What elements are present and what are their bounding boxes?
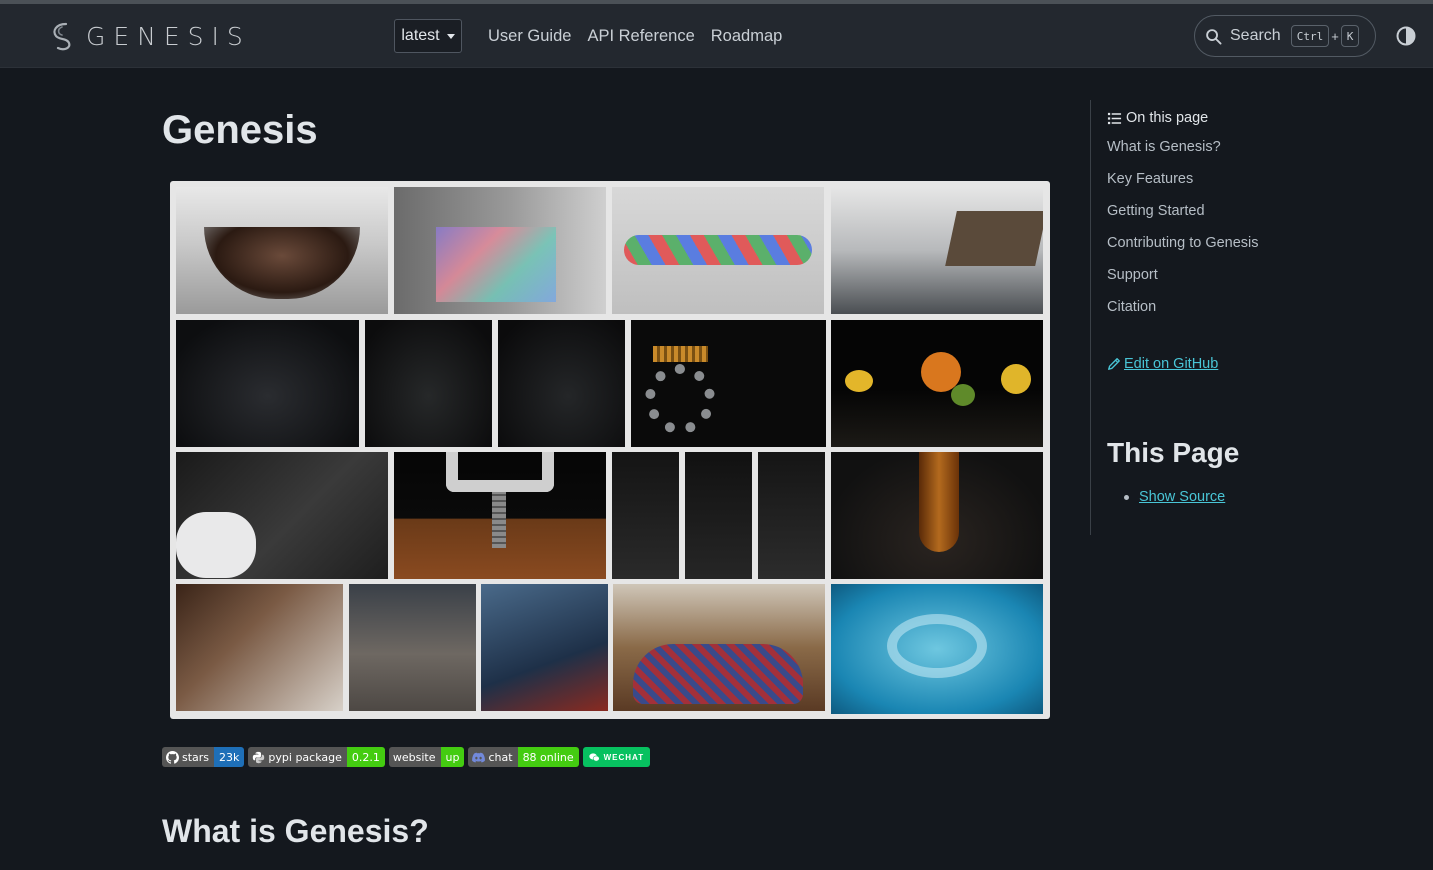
badge-row: stars 23k pypi package 0.2.1 website up …	[162, 747, 651, 767]
tile-warrior-2	[685, 452, 752, 579]
edit-on-github-label: Edit on GitHub	[1124, 356, 1219, 372]
version-label: latest	[401, 27, 440, 44]
toc-title-label: On this page	[1126, 110, 1209, 126]
edit-on-github-link[interactable]: Edit on GitHub	[1107, 356, 1218, 372]
badge-stars-label: stars	[182, 750, 210, 764]
wechat-icon	[588, 752, 600, 761]
tile-robot-arm-hairdryer	[176, 452, 388, 579]
tile-kitchen-robot	[176, 584, 343, 711]
pencil-icon	[1108, 358, 1120, 370]
toc-item-citation[interactable]: Citation	[1107, 297, 1259, 329]
section-heading-what-is-genesis: What is Genesis?	[162, 813, 429, 849]
github-icon	[166, 750, 179, 764]
tile-dominoes	[831, 187, 1043, 314]
tile-quadruped-robot	[176, 320, 359, 447]
toc-item-key-features[interactable]: Key Features	[1107, 169, 1259, 201]
top-navbar: GENESIS latest User Guide API Reference …	[0, 4, 1433, 68]
nav-api-reference[interactable]: API Reference	[579, 24, 702, 48]
badge-pypi-value: 0.2.1	[346, 747, 385, 767]
site-logo[interactable]: GENESIS	[48, 20, 251, 52]
search-button[interactable]: Search Ctrl + K	[1194, 15, 1376, 57]
nav-roadmap[interactable]: Roadmap	[703, 24, 791, 48]
show-source-item: Show Source	[1124, 489, 1225, 505]
sidebar-divider	[1090, 100, 1091, 535]
bullet	[1124, 494, 1129, 500]
tile-humanoid-walk-2	[498, 320, 625, 447]
logo-text: GENESIS	[86, 21, 251, 51]
page-title: Genesis	[162, 108, 318, 152]
nav-user-guide[interactable]: User Guide	[480, 24, 579, 48]
tile-tetris-blocks	[394, 187, 606, 314]
kbd-k: K	[1340, 25, 1360, 47]
tile-gear-hands	[631, 320, 826, 447]
this-page-heading: This Page	[1107, 437, 1240, 468]
tile-cloth-drape	[613, 584, 825, 711]
badge-chat-label: chat	[488, 750, 513, 764]
tile-chocolate-bowl	[176, 187, 388, 314]
tile-fruits	[831, 320, 1043, 447]
tile-honey-drip	[831, 452, 1043, 579]
theme-toggle-icon[interactable]	[1396, 26, 1416, 46]
version-dropdown[interactable]: latest	[394, 19, 462, 53]
show-source-link[interactable]: Show Source	[1139, 489, 1225, 505]
toc-item-what-is-genesis[interactable]: What is Genesis?	[1107, 137, 1259, 169]
discord-icon	[472, 752, 486, 762]
github-stars-badge[interactable]: stars 23k	[162, 747, 245, 767]
badge-pypi-label: pypi package	[268, 750, 342, 764]
badge-chat-value: 88 online	[517, 747, 579, 767]
tile-warrior-1	[612, 452, 679, 579]
toc-list: What is Genesis? Key Features Getting St…	[1107, 137, 1259, 329]
badge-website-label: website	[392, 750, 436, 764]
kbd-ctrl: Ctrl	[1290, 25, 1330, 47]
toc-item-contributing[interactable]: Contributing to Genesis	[1107, 233, 1259, 265]
pypi-badge[interactable]: pypi package 0.2.1	[248, 747, 385, 767]
badge-website-value: up	[440, 747, 465, 767]
website-badge[interactable]: website up	[388, 747, 465, 767]
search-label: Search	[1230, 27, 1281, 44]
tile-gripper-screw	[394, 452, 606, 579]
search-icon	[1206, 28, 1222, 45]
kbd-plus: +	[1331, 28, 1339, 44]
main-nav: User Guide API Reference Roadmap	[480, 24, 790, 48]
python-icon	[253, 751, 265, 763]
tile-humanoid-walk-1	[365, 320, 492, 447]
discord-chat-badge[interactable]: chat 88 online	[468, 747, 579, 767]
toc-item-getting-started[interactable]: Getting Started	[1107, 201, 1259, 233]
tile-twisted-rope	[612, 187, 824, 314]
tile-warrior-3	[758, 452, 825, 579]
wechat-badge[interactable]: WECHAT	[582, 747, 651, 767]
genesis-logo-icon	[53, 22, 71, 51]
tile-fish-school	[831, 584, 1043, 714]
list-icon	[1107, 112, 1122, 124]
toc-item-support[interactable]: Support	[1107, 265, 1259, 297]
tile-humanoid-stadium	[349, 584, 476, 711]
caret-down-icon	[446, 33, 455, 39]
tile-stairs-flow	[481, 584, 608, 711]
showcase-image-mosaic	[170, 181, 1050, 719]
badge-wechat-label: WECHAT	[603, 752, 645, 762]
toc-title: On this page	[1107, 110, 1208, 126]
badge-stars-value: 23k	[214, 747, 245, 767]
